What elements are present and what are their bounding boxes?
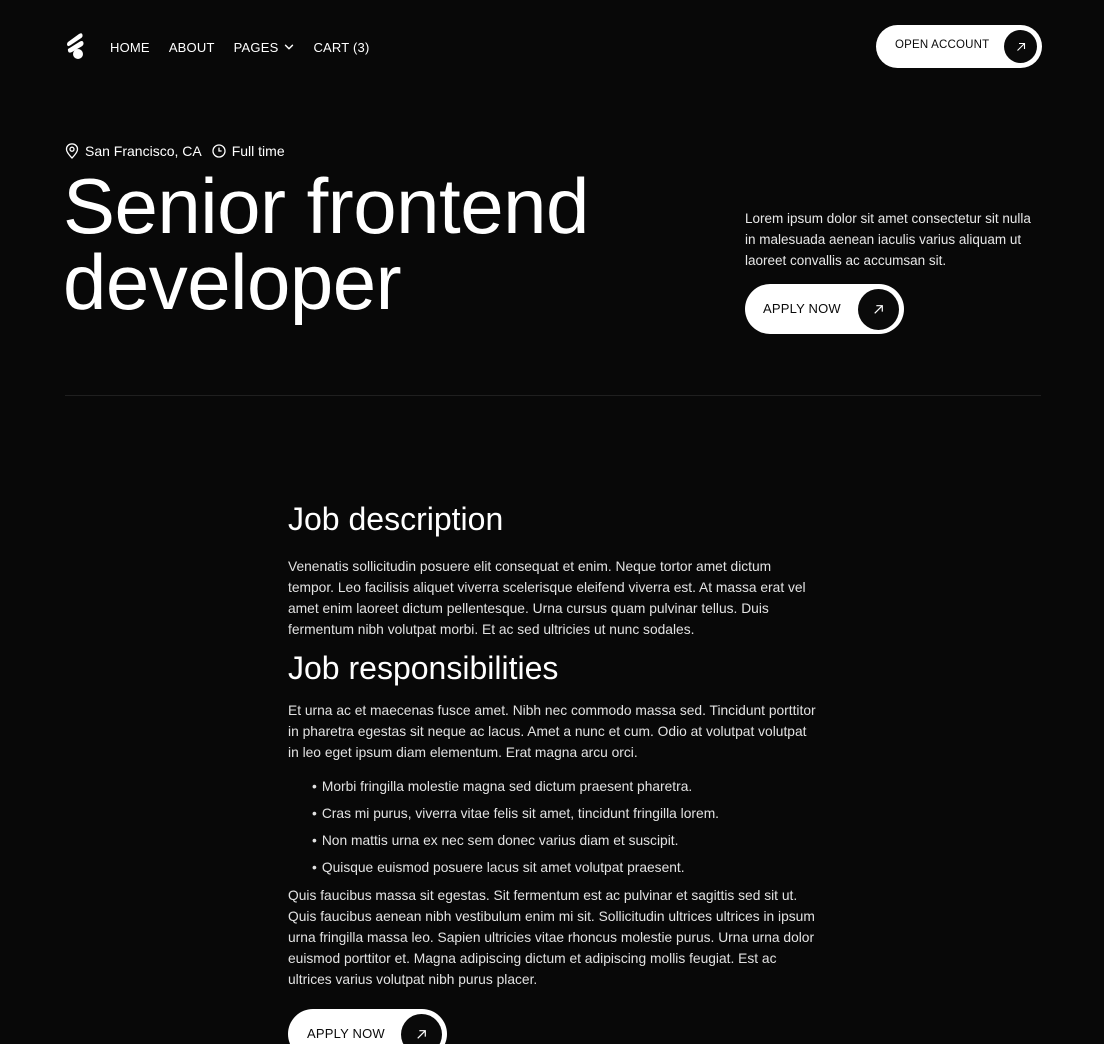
chevron-down-icon xyxy=(285,44,294,50)
job-employment: Full time xyxy=(212,143,285,159)
list-item-text: Non mattis urna ex nec sem donec varius … xyxy=(321,833,679,848)
list-item: • Quisque euismod posuere lacus sit amet … xyxy=(312,860,685,875)
job-responsibilities-heading: Job responsibilities xyxy=(288,650,559,686)
clock-icon xyxy=(212,144,226,158)
nav-pages-label: PAGES xyxy=(233,39,279,55)
hero-intro: Lorem ipsum dolor sit amet consectetur s… xyxy=(745,211,1031,268)
nav-cart[interactable]: CART (3) xyxy=(313,40,369,55)
page-title-line-1: Senior frontend xyxy=(63,162,589,250)
page-title: Senior frontend developer xyxy=(63,167,703,321)
nav-pages[interactable]: PAGES xyxy=(234,40,295,55)
job-responsibilities-intro: Et urna ac et maecenas fusce amet. Nibh … xyxy=(288,703,816,760)
job-closing-text: Quis faucibus massa sit egestas. Sit fer… xyxy=(288,888,815,987)
list-item: • Cras mi purus, viverra vitae felis sit … xyxy=(312,806,720,821)
logo-icon[interactable] xyxy=(65,32,87,60)
apply-now-button[interactable]: APPLY NOW xyxy=(745,284,904,334)
page-title-line-2: developer xyxy=(63,238,402,326)
job-description-text: Venenatis sollicitudin posuere elit cons… xyxy=(288,559,806,637)
list-item: • Non mattis urna ex nec sem donec varius… xyxy=(312,833,679,848)
job-description-heading: Job description xyxy=(288,501,504,537)
nav-home[interactable]: HOME xyxy=(110,40,150,55)
apply-now-bottom-button[interactable]: APPLY NOW xyxy=(288,1009,447,1044)
nav-about[interactable]: ABOUT xyxy=(169,40,215,55)
job-meta: San Francisco, CA Full time xyxy=(65,141,295,161)
main-nav: HOME ABOUT PAGES CART (3) xyxy=(110,38,388,56)
open-account-button[interactable]: OPEN ACCOUNT xyxy=(876,25,1042,68)
apply-now-bottom-label: APPLY NOW xyxy=(307,1026,385,1041)
job-location-text: San Francisco, CA xyxy=(85,143,202,159)
site-header: HOME ABOUT PAGES CART (3) OPEN ACCOUNT xyxy=(0,0,1104,92)
arrow-up-right-icon xyxy=(858,289,899,330)
apply-now-label: APPLY NOW xyxy=(763,301,841,316)
job-employment-text: Full time xyxy=(231,143,285,159)
job-location: San Francisco, CA xyxy=(65,143,202,159)
map-pin-icon xyxy=(65,143,79,159)
list-item-text: Morbi fringilla molestie magna sed dictu… xyxy=(321,779,693,794)
section-divider xyxy=(65,395,1041,396)
list-item: • Morbi fringilla molestie magna sed dict… xyxy=(312,779,693,794)
list-item-text: Cras mi purus, viverra vitae felis sit a… xyxy=(321,806,720,821)
open-account-label: OPEN ACCOUNT xyxy=(895,39,990,51)
arrow-up-right-icon xyxy=(401,1014,442,1044)
responsibilities-list: • Morbi fringilla molestie magna sed dict… xyxy=(312,773,812,881)
page: HOME ABOUT PAGES CART (3) OPEN ACCOUNT S… xyxy=(0,0,1104,1044)
list-item-text: Quisque euismod posuere lacus sit amet v… xyxy=(321,860,685,875)
arrow-up-right-icon xyxy=(1004,30,1037,63)
